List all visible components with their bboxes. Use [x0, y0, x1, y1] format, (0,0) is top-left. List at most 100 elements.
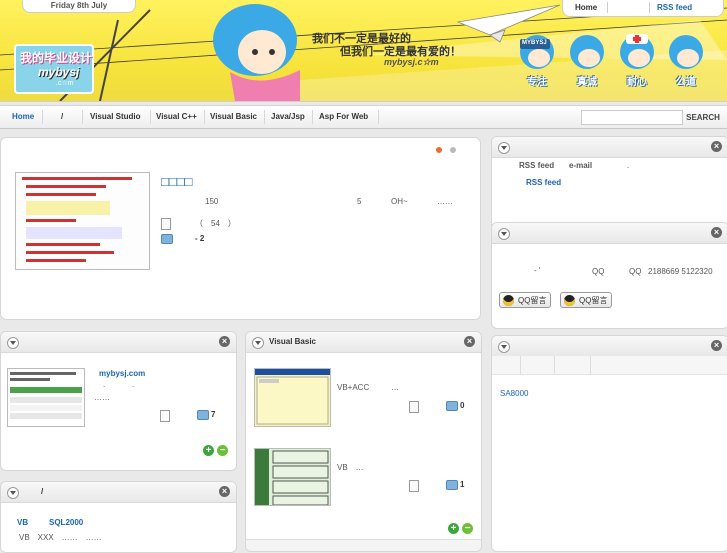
slider-dot[interactable]: [450, 147, 456, 153]
mascot-label-patient: 耐心: [627, 77, 647, 88]
menu-divider: [312, 110, 313, 124]
comment-icon: [197, 410, 209, 420]
expand-plus-icon[interactable]: +: [203, 445, 214, 456]
top-nav-divider: [607, 2, 608, 13]
featured-comments: - 2: [195, 234, 205, 243]
qq-panel: × - ' QQ QQ 2188669 5122320 QQ留言 QQ留言: [491, 222, 727, 329]
collapse-icon[interactable]: [7, 487, 19, 499]
article-dot: .: [103, 380, 106, 389]
featured-meta-text: OH~: [391, 197, 408, 206]
qq-label: QQ: [629, 267, 642, 276]
featured-views: （ 54 ）: [195, 219, 236, 228]
top-nav-rss-link[interactable]: RSS feed: [657, 3, 692, 12]
views-icon: [160, 410, 170, 422]
slider-dot-active[interactable]: [436, 147, 442, 153]
collapse-icon[interactable]: [7, 337, 19, 349]
menu-divider: [204, 110, 205, 124]
vb-item1-comments: 0: [460, 401, 465, 410]
close-icon[interactable]: ×: [464, 336, 475, 347]
collapse-minus-icon[interactable]: −: [217, 445, 228, 456]
qq-message-button-1[interactable]: QQ留言: [499, 292, 551, 308]
rss-panel-header: ×: [492, 137, 727, 158]
slogan-domain: mybysj.c☆m: [384, 57, 439, 67]
menu-divider: [82, 110, 83, 124]
left-article-panel: × mybysj.com . . …… 7 + −: [0, 331, 237, 471]
collapse-minus-icon[interactable]: −: [462, 523, 473, 534]
featured-title[interactable]: □□□□: [161, 174, 192, 189]
featured-thumbnail[interactable]: [15, 172, 150, 270]
search-input[interactable]: [581, 110, 683, 125]
expand-plus-icon[interactable]: +: [448, 523, 459, 534]
menu-item-home[interactable]: Home: [12, 112, 34, 121]
menu-divider: [150, 110, 151, 124]
top-nav-home-link[interactable]: Home: [575, 3, 597, 12]
rss-label: RSS feed: [519, 161, 555, 170]
left-list-panel: / × VB SQL2000 VB XXX …… ……: [0, 481, 237, 553]
vb-item1-thumbnail[interactable]: [254, 368, 331, 427]
mascot-badge: MYBYSJ: [522, 40, 547, 46]
article-link[interactable]: mybysj.com: [99, 369, 145, 378]
close-icon[interactable]: ×: [711, 141, 722, 152]
panel-title: Visual Basic: [269, 337, 316, 346]
main-menu: Home / Visual Studio Visual C++ Visual B…: [0, 105, 727, 129]
qq-panel-header: ×: [492, 223, 727, 244]
collapse-icon[interactable]: [252, 337, 264, 349]
mascot-label-fair: 公道: [676, 77, 696, 88]
featured-meta-number: 5: [357, 197, 362, 206]
mascot-label-focus: 专注: [527, 77, 547, 88]
top-nav-divider: [649, 2, 650, 13]
tags-tab-bar: [492, 356, 727, 375]
list-item-text: VB XXX …… ……: [19, 533, 102, 542]
menu-item-visual-studio[interactable]: Visual Studio: [90, 112, 141, 121]
menu-divider: [42, 110, 43, 124]
collapse-icon[interactable]: [498, 142, 510, 154]
close-icon[interactable]: ×: [711, 227, 722, 238]
vb-item2-text: VB …: [337, 463, 364, 472]
vb-item2-thumbnail[interactable]: [254, 448, 331, 506]
menu-item-slash[interactable]: /: [61, 112, 63, 121]
rss-dot: .: [627, 161, 630, 170]
views-icon: [409, 480, 419, 492]
rss-feed-link[interactable]: RSS feed: [526, 178, 561, 187]
vb-item1-image: [255, 369, 330, 425]
collapse-icon[interactable]: [498, 228, 510, 240]
email-label: e-mail: [569, 161, 593, 170]
tags-panel-header: ×: [492, 336, 727, 357]
vb-item1-text: VB+ACC: [337, 383, 370, 392]
article-thumbnail[interactable]: [7, 368, 85, 427]
menu-item-visual-cpp[interactable]: Visual C++: [156, 112, 197, 121]
collapse-icon[interactable]: [498, 341, 510, 353]
article-thumbnail-image: [10, 372, 82, 419]
article-comments: 7: [211, 410, 216, 419]
panel-title: /: [41, 487, 44, 496]
logo-domain: .c☆m: [56, 80, 74, 87]
site-logo[interactable]: 我的毕业设计 mybysj .c☆m: [14, 44, 94, 94]
close-icon[interactable]: ×: [219, 336, 230, 347]
menu-divider: [378, 110, 379, 124]
tag-link[interactable]: SA8000: [500, 389, 528, 398]
search-button[interactable]: SEARCH: [683, 110, 723, 125]
views-icon: [409, 401, 419, 413]
menu-item-java-jsp[interactable]: Java/Jsp: [271, 112, 305, 121]
featured-meta-count: 150: [205, 197, 219, 206]
mascot-label-sincere: 真诚: [577, 77, 597, 88]
close-icon[interactable]: ×: [711, 340, 722, 351]
qq-label: QQ: [592, 267, 605, 276]
top-nav: Home RSS feed: [562, 0, 724, 17]
qq-mark: - ': [534, 266, 541, 275]
list-link-vb[interactable]: VB: [17, 518, 28, 527]
close-icon[interactable]: ×: [219, 486, 230, 497]
vb-item2-image: [255, 449, 329, 505]
article-dot: .: [132, 380, 135, 389]
left-panel-header: ×: [1, 332, 236, 353]
menu-item-visual-basic[interactable]: Visual Basic: [210, 112, 257, 121]
vb-item2-comments: 1: [460, 480, 465, 489]
list-link-sql2000[interactable]: SQL2000: [49, 518, 83, 527]
qq-numbers: 2188669 5122320: [648, 267, 713, 276]
comment-icon: [446, 401, 458, 411]
header-banner: Friday 8th July Home RSS feed 我的毕业设计 myb…: [0, 0, 727, 102]
menu-item-asp-for-web[interactable]: Asp For Web: [319, 112, 368, 121]
qq-message-button-2[interactable]: QQ留言: [560, 292, 612, 308]
featured-thumbnail-image: [16, 173, 149, 269]
date-badge: Friday 8th July: [22, 0, 136, 13]
